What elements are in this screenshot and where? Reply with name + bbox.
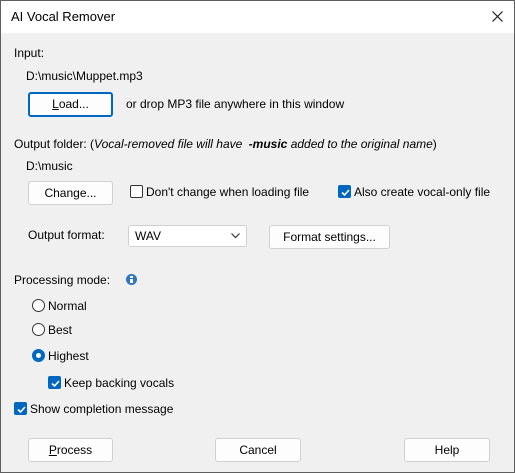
output-folder-path: D:\music <box>26 159 73 173</box>
drop-hint: or drop MP3 file anywhere in this window <box>126 97 345 111</box>
output-note: Vocal-removed file will have -music adde… <box>94 137 433 151</box>
output-format-value: WAV <box>135 229 161 243</box>
checkmark-icon <box>341 189 350 197</box>
input-label: Input: <box>14 46 45 60</box>
change-button-label: Change... <box>44 186 97 200</box>
change-folder-button[interactable]: Change... <box>28 181 113 205</box>
process-button[interactable]: Process <box>28 438 113 462</box>
show-completion-checkbox[interactable] <box>14 402 27 415</box>
radio-best-label[interactable]: Best <box>48 323 72 337</box>
close-button[interactable] <box>482 1 514 33</box>
vocal-only-checkbox[interactable] <box>338 185 351 198</box>
processing-mode-label: Processing mode: <box>14 273 111 287</box>
dont-change-checkbox[interactable] <box>130 185 143 198</box>
radio-best[interactable] <box>32 323 45 336</box>
output-format-label: Output format: <box>28 228 105 242</box>
format-settings-button[interactable]: Format settings... <box>269 225 390 249</box>
output-label-prefix: Output folder: ( <box>14 137 95 151</box>
format-settings-label: Format settings... <box>283 230 376 244</box>
output-format-select[interactable]: WAV <box>128 225 247 247</box>
help-button-label: Help <box>434 443 460 457</box>
input-file-path: D:\music\Muppet.mp3 <box>26 69 143 83</box>
show-completion-label[interactable]: Show completion message <box>30 402 173 416</box>
radio-highest-label[interactable]: Highest <box>48 349 89 363</box>
process-button-label: Process <box>48 443 93 457</box>
title-bar[interactable]: AI Vocal Remover <box>1 1 514 33</box>
info-icon[interactable] <box>126 274 137 285</box>
radio-highest[interactable] <box>32 349 45 362</box>
checkmark-icon <box>51 380 60 388</box>
dont-change-label[interactable]: Don't change when loading file <box>146 185 309 199</box>
keep-backing-vocals-checkbox[interactable] <box>48 376 61 389</box>
vocal-only-label[interactable]: Also create vocal-only file <box>354 185 490 199</box>
radio-normal[interactable] <box>32 299 45 312</box>
window-title: AI Vocal Remover <box>11 9 116 24</box>
radio-normal-label[interactable]: Normal <box>48 299 87 313</box>
load-button-label: Load... <box>52 97 89 111</box>
output-note-part2: added to the original name <box>287 137 433 151</box>
output-note-part1: Vocal-removed file will have <box>94 137 246 151</box>
output-folder-label: Output folder: (Vocal-removed file will … <box>14 137 437 151</box>
chevron-down-icon <box>231 233 240 239</box>
load-button[interactable]: Load... <box>28 92 113 117</box>
keep-backing-vocals-label[interactable]: Keep backing vocals <box>64 376 174 390</box>
checkmark-icon <box>17 406 26 414</box>
output-label-suffix: ) <box>432 137 437 151</box>
cancel-button-label: Cancel <box>239 443 277 457</box>
cancel-button[interactable]: Cancel <box>215 438 301 462</box>
output-note-bold: -music <box>248 137 288 151</box>
close-icon <box>492 11 503 22</box>
help-button[interactable]: Help <box>404 438 490 462</box>
dialog-window: AI Vocal Remover Input: D:\music\Muppet.… <box>0 0 515 473</box>
